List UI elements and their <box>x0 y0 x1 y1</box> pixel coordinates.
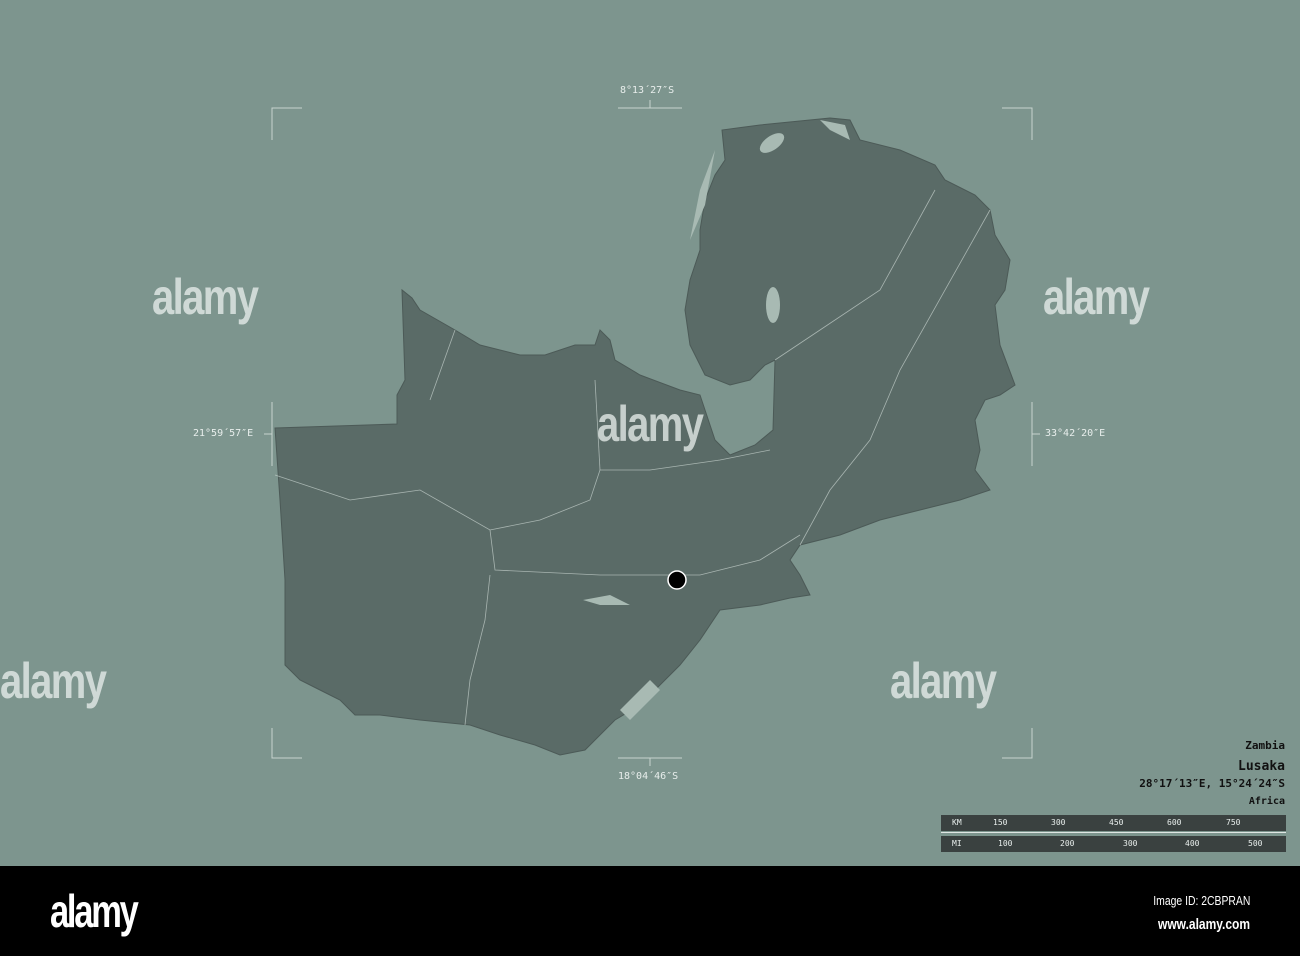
scale-mi-row: MI 100 200 300 400 500 <box>941 836 1286 852</box>
scale-divider <box>941 832 1286 833</box>
scale-mi-tick: 300 <box>1123 839 1138 848</box>
continent-name: Africa <box>1248 796 1285 807</box>
scale-km-tick: 450 <box>1109 818 1124 827</box>
footer-bar: alamy Image ID: 2CBPRAN www.alamy.com <box>0 866 1300 956</box>
watermark: alamy <box>1043 269 1150 325</box>
capital-name: Lusaka <box>1238 759 1285 774</box>
watermark: alamy <box>152 269 259 325</box>
scale-km-tick: 600 <box>1167 818 1182 827</box>
watermark: alamy <box>890 653 997 709</box>
scale-km-tick: 300 <box>1051 818 1066 827</box>
capital-coordinates: 28°17´13″E, 15°24´24″S <box>1139 777 1285 790</box>
scale-bar: KM 150 300 450 600 750 MI 100 200 300 40… <box>941 815 1286 853</box>
scale-mi-tick: 100 <box>998 839 1013 848</box>
alamy-logo: alamy <box>50 885 139 937</box>
watermark: alamy <box>0 653 107 709</box>
north-bound-label: 8°13´27″S <box>620 85 675 96</box>
scale-mi-tick: 200 <box>1060 839 1075 848</box>
site-url[interactable]: www.alamy.com <box>1158 916 1250 933</box>
south-bound-label: 18°04´46″S <box>618 771 679 782</box>
country-name: Zambia <box>1245 739 1285 752</box>
scale-km-row: KM 150 300 450 600 750 <box>941 815 1286 831</box>
west-bound-label: 21°59´57″E <box>193 428 254 439</box>
east-bound-label: 33°42´20″E <box>1045 428 1106 439</box>
capital-marker <box>667 570 687 590</box>
image-id: Image ID: 2CBPRAN <box>1152 893 1250 908</box>
watermark: alamy <box>597 396 704 452</box>
scale-mi-tick: 400 <box>1185 839 1200 848</box>
scale-km-label: KM <box>952 818 962 827</box>
scale-mi-label: MI <box>952 839 962 848</box>
scale-km-tick: 750 <box>1226 818 1241 827</box>
scale-mi-tick: 500 <box>1248 839 1263 848</box>
scale-km-tick: 150 <box>993 818 1008 827</box>
